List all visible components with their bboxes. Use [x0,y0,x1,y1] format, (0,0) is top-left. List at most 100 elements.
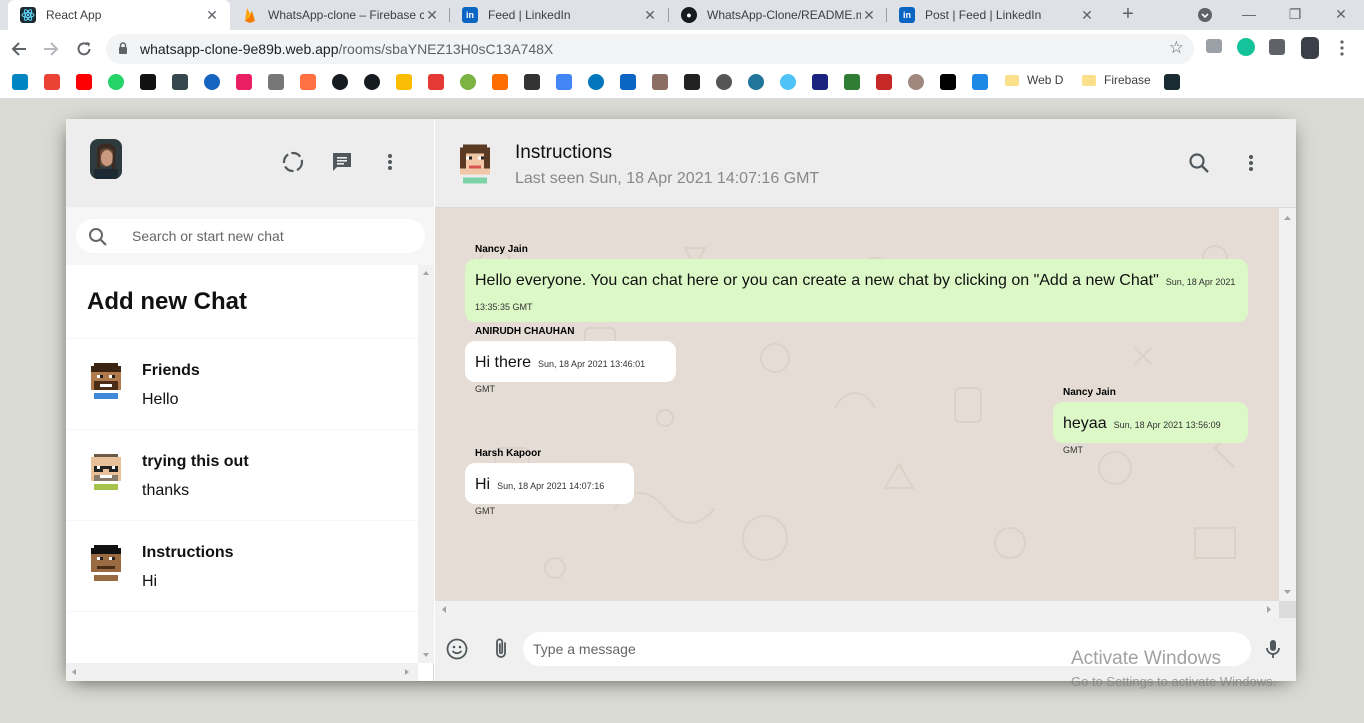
wordpress-icon[interactable] [748,74,764,90]
more-vert-icon[interactable] [1239,151,1265,177]
docs-icon[interactable] [556,74,572,90]
message-text: heyaa [1063,415,1107,432]
sidebar-chat-trying-this-out[interactable]: trying this out thanks [66,430,418,521]
globe-icon[interactable] [588,74,604,90]
circle-icon[interactable] [780,74,796,90]
drive-icon[interactable] [396,74,412,90]
chat-header: Instructions Last seen Sun, 18 Apr 2021 … [435,119,1296,208]
close-tab-icon[interactable]: ✕ [642,7,658,24]
close-window-icon[interactable]: ✕ [1318,0,1364,30]
person-icon[interactable] [908,74,924,90]
chat-scrollbar[interactable] [1279,208,1296,601]
youtube-icon[interactable] [76,74,92,90]
chat-pane: Instructions Last seen Sun, 18 Apr 2021 … [435,119,1296,681]
chat-last-message: Hi [142,573,158,590]
folder-icon [1005,74,1019,86]
github-bookmark-icon[interactable] [332,74,348,90]
grammarly-icon[interactable] [1237,38,1255,56]
books-icon[interactable] [652,74,668,90]
react-bookmark-icon[interactable] [1164,74,1180,90]
close-tab-icon[interactable]: ✕ [424,7,440,24]
chat-horizontal-scrollbar[interactable] [435,601,1279,618]
netflix-icon[interactable] [876,74,892,90]
status-icon[interactable] [281,150,307,176]
browser-tab-react-app[interactable]: React App ✕ [8,0,230,30]
bookmark-folder-firebase[interactable]: Firebase [1082,73,1151,87]
avatar [91,363,121,399]
search-box[interactable] [76,219,425,253]
chat-name: trying this out [142,453,249,470]
linkedin-bookmark-icon[interactable] [620,74,636,90]
bookmark-star-icon[interactable]: ☆ [1169,38,1184,58]
attach-icon[interactable] [489,637,515,663]
99designs-icon[interactable] [300,74,316,90]
back-arrow-icon[interactable] [6,36,32,62]
mail-icon[interactable] [236,74,252,90]
extensions-puzzle-icon[interactable] [1269,39,1285,55]
profile-avatar-icon[interactable] [1301,37,1319,59]
github-bookmark-icon[interactable] [364,74,380,90]
camera-bookmark-icon[interactable] [524,74,540,90]
add-new-chat-label: Add new Chat [87,288,247,315]
arrow-icon[interactable] [428,74,444,90]
whatsapp-icon[interactable] [108,74,124,90]
code-icon[interactable] [812,74,828,90]
restore-icon[interactable]: ❐ [1272,0,1318,30]
firebase-icon [242,7,258,23]
sidebar-chat-instructions[interactable]: Instructions Hi [66,521,418,612]
medium-icon[interactable] [940,74,956,90]
browser-tab-linkedin-feed[interactable]: in Feed | LinkedIn ✕ [450,0,668,30]
dev-icon[interactable] [844,74,860,90]
chat-last-message: thanks [142,482,190,499]
chat-name: Friends [142,362,200,379]
e-icon[interactable] [972,74,988,90]
bookmark-folder-label: Web D [1027,73,1064,87]
more-vert-icon[interactable] [378,150,404,176]
bookmark-s-icon[interactable] [12,74,28,90]
close-tab-icon[interactable]: ✕ [204,7,220,24]
bookmark-folder-web-d[interactable]: Web D [1005,73,1063,87]
message-text: Hi there [475,354,532,371]
chat-last-message: Hello [142,391,179,408]
tab-search-icon[interactable] [1182,0,1228,30]
sidebar-chat-friends[interactable]: Friends Hello [66,339,418,430]
close-tab-icon[interactable]: ✕ [1079,7,1095,24]
browser-menu-icon[interactable] [1340,40,1344,56]
new-tab-button[interactable]: + [1117,3,1139,25]
ds-icon[interactable] [140,74,156,90]
layers-icon[interactable] [172,74,188,90]
sidebar-horizontal-scrollbar[interactable] [66,663,418,681]
camera-icon[interactable] [1206,39,1222,53]
windows-activation-watermark: Activate Windows Go to Settings to activ… [1071,648,1276,689]
feather-icon[interactable] [268,74,284,90]
minimize-icon[interactable]: — [1226,0,1272,30]
add-new-chat-button[interactable]: Add new Chat [66,265,418,339]
world-icon[interactable] [716,74,732,90]
gmail-icon[interactable] [44,74,60,90]
room-name: Instructions [515,142,613,163]
close-tab-icon[interactable]: ✕ [861,7,877,24]
chat-icon[interactable] [330,150,356,176]
user-avatar[interactable] [90,139,122,179]
bookmarks-bar: Web D Firebase [0,68,1364,99]
search-icon[interactable] [1187,151,1213,177]
address-bar[interactable]: whatsapp-clone-9e89b.web.app/rooms/sbaYN… [106,34,1194,64]
reload-icon[interactable] [71,36,97,62]
emoji-icon[interactable] [445,637,471,663]
edge-icon[interactable] [204,74,220,90]
message-text: Hi [475,476,491,493]
forward-arrow-icon[interactable] [38,36,64,62]
message-sender: Harsh Kapoor [475,448,542,459]
search-input[interactable] [132,226,412,246]
browser-tab-firebase[interactable]: WhatsApp-clone – Firebase c ✕ [230,0,450,30]
browser-tab-linkedin-post[interactable]: in Post | Feed | LinkedIn ✕ [887,0,1105,30]
message-bubble: Hi there Sun, 18 Apr 2021 13:46:01 GMT [465,341,676,394]
scrollbar-corner [1279,601,1296,618]
room-avatar[interactable] [457,144,493,184]
box-icon[interactable] [492,74,508,90]
browser-tab-github-readme[interactable]: ● WhatsApp-Clone/README.m ✕ [669,0,887,30]
tree-icon[interactable] [460,74,476,90]
hashnode-icon[interactable] [684,74,700,90]
sidebar-scrollbar[interactable] [418,265,434,663]
search-icon [89,228,107,246]
